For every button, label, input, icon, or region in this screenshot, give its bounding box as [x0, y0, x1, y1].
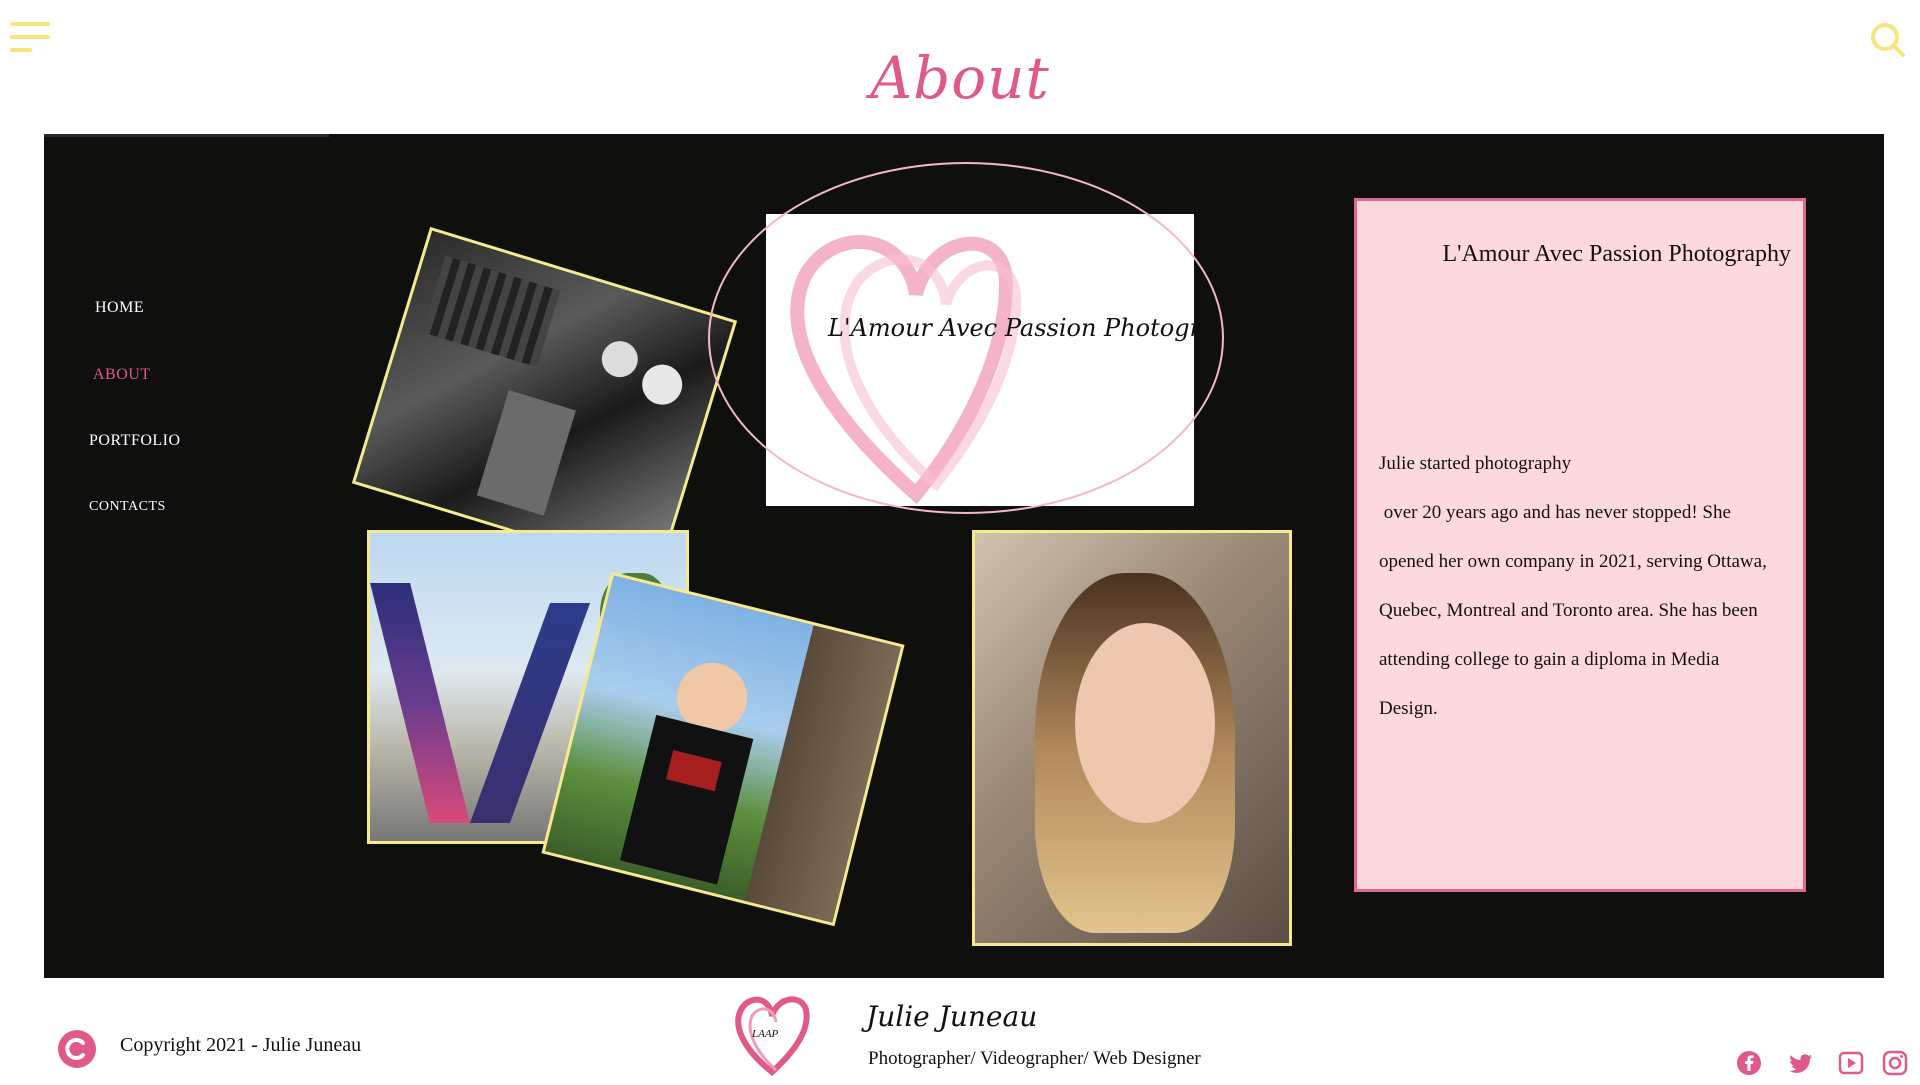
footer-name: Julie Juneau — [866, 1000, 1038, 1033]
hamburger-icon — [10, 22, 50, 26]
nav-item-about[interactable]: ABOUT — [93, 366, 151, 384]
info-line: attending college to gain a diploma in M… — [1379, 649, 1720, 670]
twitter-link[interactable] — [1788, 1050, 1814, 1076]
brand-logo-card: L'Amour Avec Passion Photography — [766, 214, 1194, 506]
info-line: opened her own company in 2021, serving … — [1379, 551, 1767, 572]
footer-role: Photographer/ Videographer/ Web Designer — [868, 1048, 1201, 1069]
page-title: About — [870, 44, 1050, 112]
info-line: over 20 years ago and has never stopped!… — [1379, 502, 1731, 523]
youtube-icon — [1838, 1051, 1864, 1075]
footer-logo-text: LAAP — [752, 1028, 779, 1040]
facebook-link[interactable] — [1736, 1050, 1762, 1076]
logo-text: L'Amour Avec Passion Photography — [828, 314, 1194, 342]
photo-portrait — [972, 530, 1292, 946]
photo-street-bw — [351, 226, 738, 578]
info-body: Julie started photography over 20 years … — [1379, 439, 1799, 733]
facebook-icon — [1737, 1051, 1761, 1075]
copyright-icon — [58, 1030, 96, 1068]
info-line: Design. — [1379, 698, 1438, 719]
footer-logo[interactable]: LAAP — [730, 990, 820, 1080]
nav-item-home[interactable]: HOME — [95, 299, 144, 317]
about-info-card: L'Amour Avec Passion Photography Julie s… — [1354, 198, 1806, 892]
copyright-text: Copyright 2021 - Julie Juneau — [120, 1034, 362, 1056]
heart-icon — [790, 235, 1022, 505]
about-panel: HOME ABOUT PORTFOLIO CONTACTS L'Amour Av… — [44, 134, 1884, 978]
nav-item-portfolio[interactable]: PORTFOLIO — [89, 432, 181, 450]
info-title: L'Amour Avec Passion Photography — [1442, 241, 1791, 267]
nav-item-contacts[interactable]: CONTACTS — [89, 499, 166, 515]
info-line: Julie started photography — [1379, 453, 1572, 474]
instagram-link[interactable] — [1882, 1050, 1908, 1076]
instagram-icon — [1882, 1050, 1908, 1076]
info-line: Quebec, Montreal and Toronto area. She h… — [1379, 600, 1758, 621]
youtube-link[interactable] — [1838, 1050, 1864, 1076]
twitter-icon — [1789, 1054, 1813, 1073]
